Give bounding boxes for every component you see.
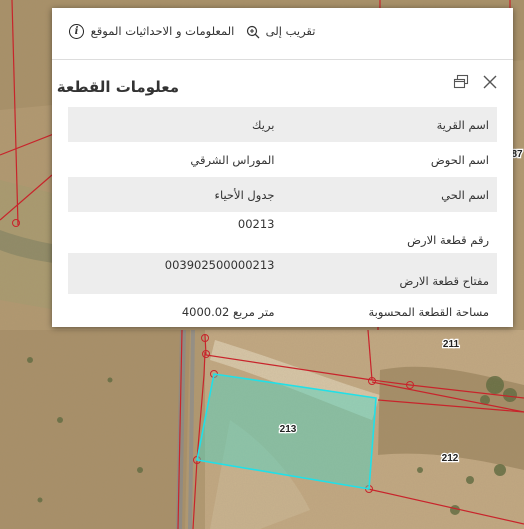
attribute-value: 4000.02 متر مربع [181, 304, 275, 319]
table-row: 003902500000213 مفتاح قطعة الارض [68, 253, 497, 294]
table-row: الموراس الشرقي اسم الحوض [68, 142, 497, 177]
attribute-value: بريك [68, 107, 283, 142]
attribute-value: 00213 [237, 217, 275, 231]
location-info-label: المعلومات و الاحداثيات الموقع [90, 24, 235, 38]
attribute-key: اسم الحي [282, 177, 497, 212]
zoom-to-action[interactable]: تقريب إلى [246, 24, 315, 39]
popup-action-bar: i المعلومات و الاحداثيات الموقع تقريب إل… [52, 8, 513, 60]
parcel-info-popup: i المعلومات و الاحداثيات الموقع تقريب إل… [52, 8, 513, 327]
location-info-action[interactable]: i المعلومات و الاحداثيات الموقع [69, 24, 234, 39]
table-row: 00213 رقم قطعة الارض [68, 212, 497, 253]
parcel-label-213: 213 [280, 424, 297, 435]
parcel-label-87: 87 [511, 149, 523, 160]
table-row: 4000.02 متر مربع مساحة القطعة المحسوبة [68, 294, 497, 329]
table-row: جدول الأحياء اسم الحي [68, 177, 497, 212]
zoom-to-label: تقريب إلى [265, 24, 316, 38]
attribute-value: جدول الأحياء [68, 177, 283, 212]
attribute-value: الموراس الشرقي [190, 152, 275, 167]
restore-window-icon[interactable] [453, 74, 469, 89]
attribute-value: 003902500000213 [68, 253, 283, 294]
zoom-in-icon [246, 25, 260, 38]
popup-title: معلومات القطعة [56, 78, 179, 96]
attribute-key: مفتاح قطعة الارض [282, 253, 497, 294]
parcel-label-211: 211 [443, 339, 460, 350]
close-icon[interactable] [483, 75, 497, 89]
attribute-key: رقم قطعة الارض [407, 233, 489, 247]
attribute-key: مساحة القطعة المحسوبة [368, 304, 489, 319]
attribute-table: بريك اسم القرية الموراس الشرقي اسم الحوض… [68, 107, 497, 329]
parcel-label-212: 212 [442, 453, 459, 464]
attribute-key: اسم القرية [282, 107, 497, 142]
info-icon: i [69, 24, 84, 39]
table-row: بريك اسم القرية [68, 107, 497, 142]
attribute-key: اسم الحوض [430, 152, 489, 167]
